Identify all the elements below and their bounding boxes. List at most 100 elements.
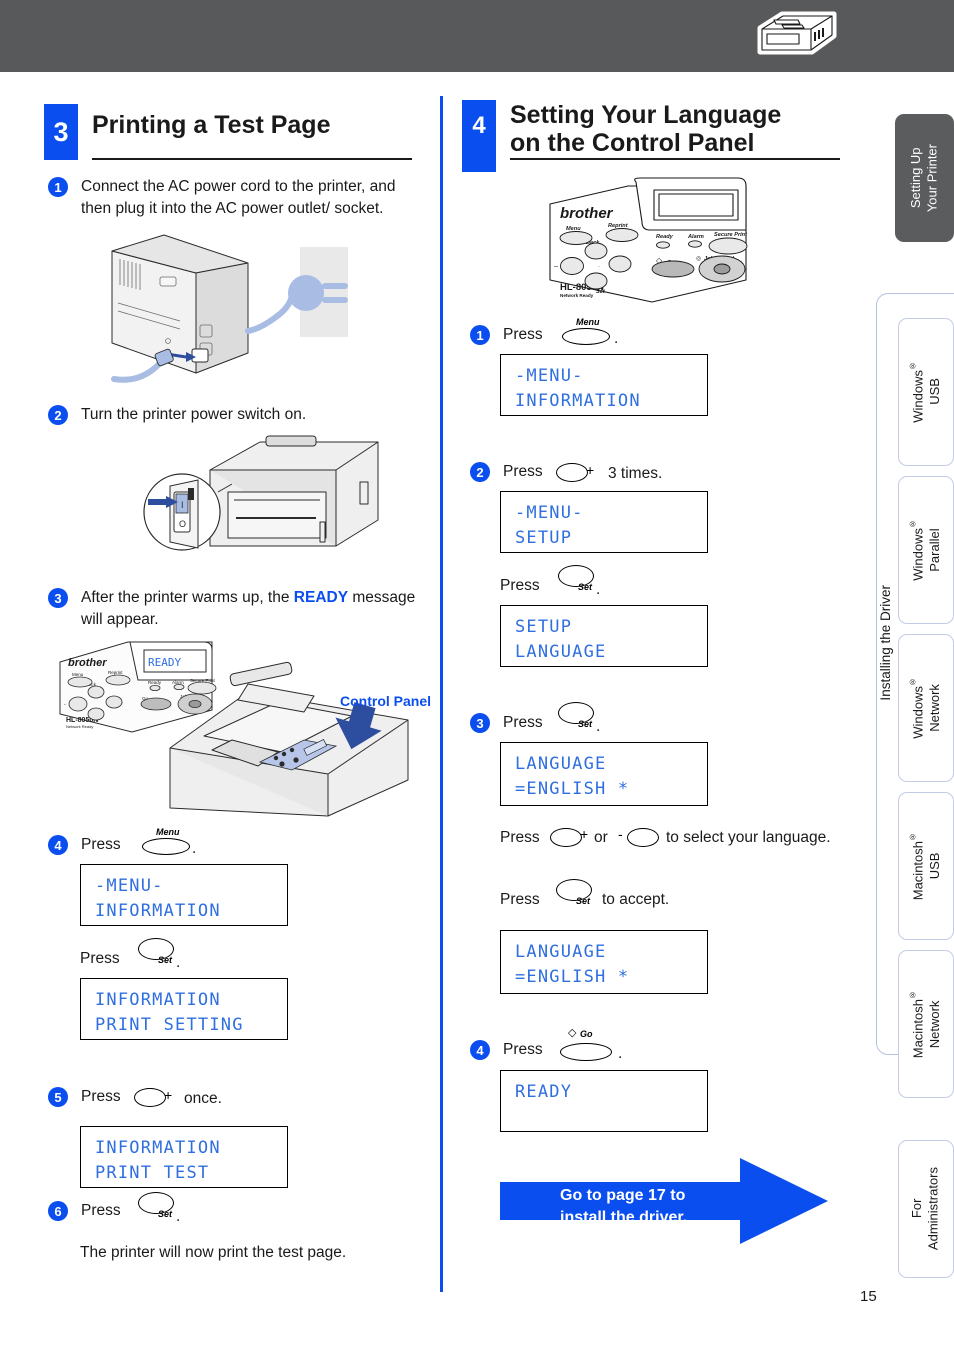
sidebar-tab-windows-parallel[interactable]: Windows® Parallel <box>898 476 954 624</box>
left-step-5-bullet: 5 <box>48 1087 68 1107</box>
right-step-2-lcd-1: -MENU- SETUP <box>500 491 708 553</box>
right-step-2-lcd-2: SETUP LANGUAGE <box>500 605 708 667</box>
sidebar-tab-label: Windows® Network <box>908 677 943 739</box>
svg-text:Secure Print: Secure Print <box>714 232 748 238</box>
sidebar-tab-windows-network[interactable]: Windows® Network <box>898 634 954 782</box>
svg-text:·: · <box>598 264 600 270</box>
sidebar-tab-label: Setting Up Your Printer <box>907 143 940 213</box>
lcd-line: INFORMATION <box>95 1138 221 1158</box>
installing-driver-group-label: Installing the Driver <box>878 585 893 701</box>
lcd-line: -MENU- <box>95 876 164 896</box>
page-number: 15 <box>860 1288 877 1305</box>
left-step-4-press2-label: Press <box>80 950 120 967</box>
svg-text:Ready: Ready <box>656 234 674 240</box>
left-step-1-bullet: 1 <box>48 177 68 197</box>
sidebar-tab-setting-up[interactable]: Setting Up Your Printer <box>895 114 954 242</box>
sidebar-tab-macintosh-network[interactable]: Macintosh® Network <box>898 950 954 1098</box>
lcd-line: INFORMATION <box>515 390 641 411</box>
lcd-line: READY <box>515 1082 573 1102</box>
left-step-5-press-label: Press <box>81 1088 121 1105</box>
right-step-2-press-label: Press <box>503 463 543 480</box>
left-step-4-period2: . <box>176 954 181 971</box>
svg-text:Network Ready: Network Ready <box>560 293 594 298</box>
sidebar-tab-macintosh-usb[interactable]: Macintosh® USB <box>898 792 954 940</box>
left-step-6-bullet: 6 <box>48 1201 68 1221</box>
right-step-3-press-label: Press <box>503 714 543 731</box>
svg-text:Alarm: Alarm <box>687 234 704 240</box>
right-step-2-period2: . <box>596 581 601 598</box>
svg-text:brother: brother <box>68 657 107 669</box>
svg-text:Menu: Menu <box>72 672 84 677</box>
lcd-line: LANGUAGE <box>515 942 607 962</box>
right-step-4-lcd: READY <box>500 1070 708 1132</box>
left-step-5-suffix: once. <box>184 1090 222 1107</box>
right-step-3-bullet: 3 <box>470 713 490 733</box>
plus-key-icon[interactable]: + <box>550 826 592 848</box>
section-4-number: 4 <box>462 100 496 172</box>
plus-key-icon[interactable]: + <box>134 1087 176 1108</box>
right-step-3-select-text: to select your language. <box>666 829 831 846</box>
left-step-4-period: . <box>192 840 197 857</box>
minus-key-icon[interactable]: - <box>618 826 660 848</box>
right-step-1-period: . <box>614 330 619 347</box>
set-key-icon[interactable]: Set <box>558 702 612 732</box>
sidebar-tab-windows-usb[interactable]: Windows® USB <box>898 318 954 466</box>
right-step-3-select-or: or <box>594 829 608 846</box>
left-step-4-press-label: Press <box>81 836 121 853</box>
svg-text:O: O <box>179 519 186 529</box>
lcd-line: SETUP <box>515 527 573 548</box>
lcd-line: =ENGLISH * <box>515 966 630 987</box>
right-step-4-period: . <box>618 1045 623 1062</box>
section-4-title: Setting Your Language on the Control Pan… <box>510 101 782 157</box>
lcd-line: INFORMATION <box>95 900 221 921</box>
panel-lcd-ready-text: READY <box>148 656 181 669</box>
right-step-3-lcd-2: LANGUAGE =ENGLISH * <box>500 930 708 994</box>
sidebar-tab-label: Windows® USB <box>908 361 943 423</box>
brother-wordmark: brother <box>560 205 614 222</box>
printer-power-cord-illustration <box>111 234 348 383</box>
section-3-title: Printing a Test Page <box>92 111 331 139</box>
lcd-line: LANGUAGE <box>515 641 607 662</box>
lcd-line: INFORMATION <box>95 990 221 1010</box>
lcd-line: LANGUAGE <box>515 754 607 774</box>
section-3-rule <box>92 158 412 160</box>
left-step-4-lcd-1: -MENU- INFORMATION <box>80 864 288 926</box>
left-step-3-text-a: After the printer warms up, the <box>81 589 294 606</box>
svg-text:I: I <box>181 500 184 510</box>
lcd-line: PRINT TEST <box>95 1162 210 1183</box>
svg-text:◎: ◎ <box>696 256 701 262</box>
goto-page-banner-text: Go to page 17 to install the driver. <box>560 1187 688 1227</box>
right-step-4-bullet: 4 <box>470 1040 490 1060</box>
left-step-2-text: Turn the printer power switch on. <box>81 406 307 423</box>
right-step-3-accept-press: Press <box>500 891 540 908</box>
menu-key-icon[interactable]: Menu <box>562 317 616 345</box>
set-key-icon[interactable]: Set <box>138 938 192 968</box>
right-step-1-lcd: -MENU- INFORMATION <box>500 354 708 416</box>
power-switch-illustration: I O <box>143 435 379 551</box>
set-key-icon[interactable]: Set <box>138 1192 192 1222</box>
sidebar-tab-for-administrators[interactable]: For Administrators <box>898 1140 954 1278</box>
right-step-1-press-label: Press <box>503 326 543 343</box>
sidebar-tab-label: Macintosh® USB <box>908 831 943 901</box>
section-4-rule <box>510 158 840 160</box>
set-key-icon[interactable]: Set <box>558 565 612 595</box>
left-step-1-text: Connect the AC power cord to the printer… <box>81 178 396 217</box>
plus-key-icon[interactable]: + <box>556 462 598 483</box>
svg-text:Menu: Menu <box>566 226 581 232</box>
right-step-3-lcd-1: LANGUAGE =ENGLISH * <box>500 742 708 806</box>
left-step-3-text: After the printer warms up, the READY me… <box>81 587 431 631</box>
right-step-4-press-label: Press <box>503 1041 543 1058</box>
sidebar-tab-label: For Administrators <box>909 1167 941 1251</box>
right-step-1-bullet: 1 <box>470 325 490 345</box>
left-step-2-bullet: 2 <box>48 405 68 425</box>
left-step-4-bullet: 4 <box>48 835 68 855</box>
menu-key-icon[interactable]: Menu <box>142 827 196 855</box>
right-step-2-press2-label: Press <box>500 577 540 594</box>
go-key-icon[interactable]: Go ◇ <box>560 1027 622 1061</box>
printer-illustration-icon <box>757 11 837 55</box>
right-step-2-bullet: 2 <box>470 462 490 482</box>
left-step-6-period: . <box>176 1208 181 1225</box>
control-panel-callout-label: Control Panel <box>340 693 432 709</box>
left-step-6-press-label: Press <box>81 1202 121 1219</box>
lcd-line: PRINT SETTING <box>95 1014 244 1035</box>
